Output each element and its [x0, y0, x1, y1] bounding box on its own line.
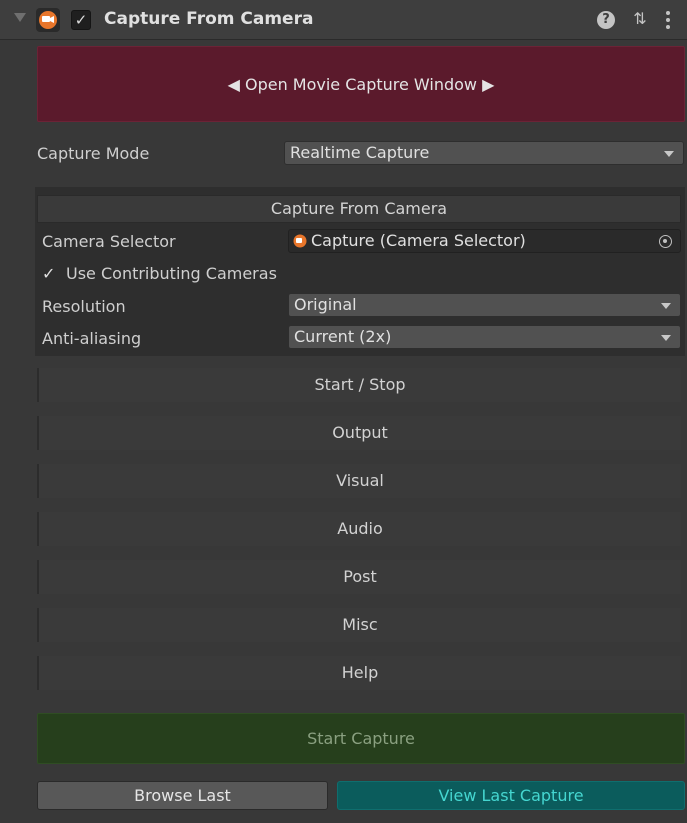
section-title: Capture From Camera: [37, 195, 681, 223]
open-movie-capture-window-button[interactable]: ◀ Open Movie Capture Window ▶: [37, 46, 685, 122]
help-icon[interactable]: ?: [597, 11, 615, 29]
movie-capture-icon: [36, 8, 60, 32]
browse-last-button[interactable]: Browse Last: [37, 781, 328, 810]
component-title: Capture From Camera: [104, 9, 314, 29]
use-contributing-cameras-label: Use Contributing Cameras: [66, 264, 277, 283]
start-stop-foldout[interactable]: Start / Stop: [37, 368, 681, 402]
object-picker-icon[interactable]: [659, 235, 672, 248]
component-enabled-checkbox[interactable]: ✓: [71, 10, 91, 30]
camera-selector-value: Capture (Camera Selector): [311, 231, 526, 250]
misc-foldout[interactable]: Misc: [37, 608, 681, 642]
anti-aliasing-label: Anti-aliasing: [42, 329, 142, 348]
component-foldout-arrow[interactable]: [14, 13, 26, 22]
start-capture-button[interactable]: Start Capture: [37, 713, 685, 764]
help-foldout[interactable]: Help: [37, 656, 681, 690]
resolution-label: Resolution: [42, 297, 126, 316]
anti-aliasing-dropdown[interactable]: Current (2x): [288, 325, 681, 349]
capture-mode-dropdown[interactable]: Realtime Capture: [284, 141, 684, 165]
chevron-down-icon: [664, 151, 674, 157]
camera-selector-icon: [293, 234, 307, 248]
resolution-dropdown[interactable]: Original: [288, 293, 681, 317]
anti-aliasing-value: Current (2x): [294, 327, 392, 346]
use-contributing-cameras-checkbox[interactable]: ✓: [42, 264, 55, 283]
chevron-down-icon: [661, 335, 671, 341]
kebab-menu-icon[interactable]: [662, 9, 674, 31]
preset-icon[interactable]: ⇅: [630, 9, 650, 29]
resolution-value: Original: [294, 295, 357, 314]
view-last-capture-button[interactable]: View Last Capture: [337, 781, 685, 810]
post-foldout[interactable]: Post: [37, 560, 681, 594]
capture-mode-value: Realtime Capture: [290, 143, 430, 162]
output-foldout[interactable]: Output: [37, 416, 681, 450]
capture-mode-label: Capture Mode: [37, 144, 150, 163]
visual-foldout[interactable]: Visual: [37, 464, 681, 498]
audio-foldout[interactable]: Audio: [37, 512, 681, 546]
chevron-down-icon: [661, 303, 671, 309]
camera-selector-field[interactable]: Capture (Camera Selector): [288, 229, 681, 253]
camera-selector-label: Camera Selector: [42, 232, 176, 251]
